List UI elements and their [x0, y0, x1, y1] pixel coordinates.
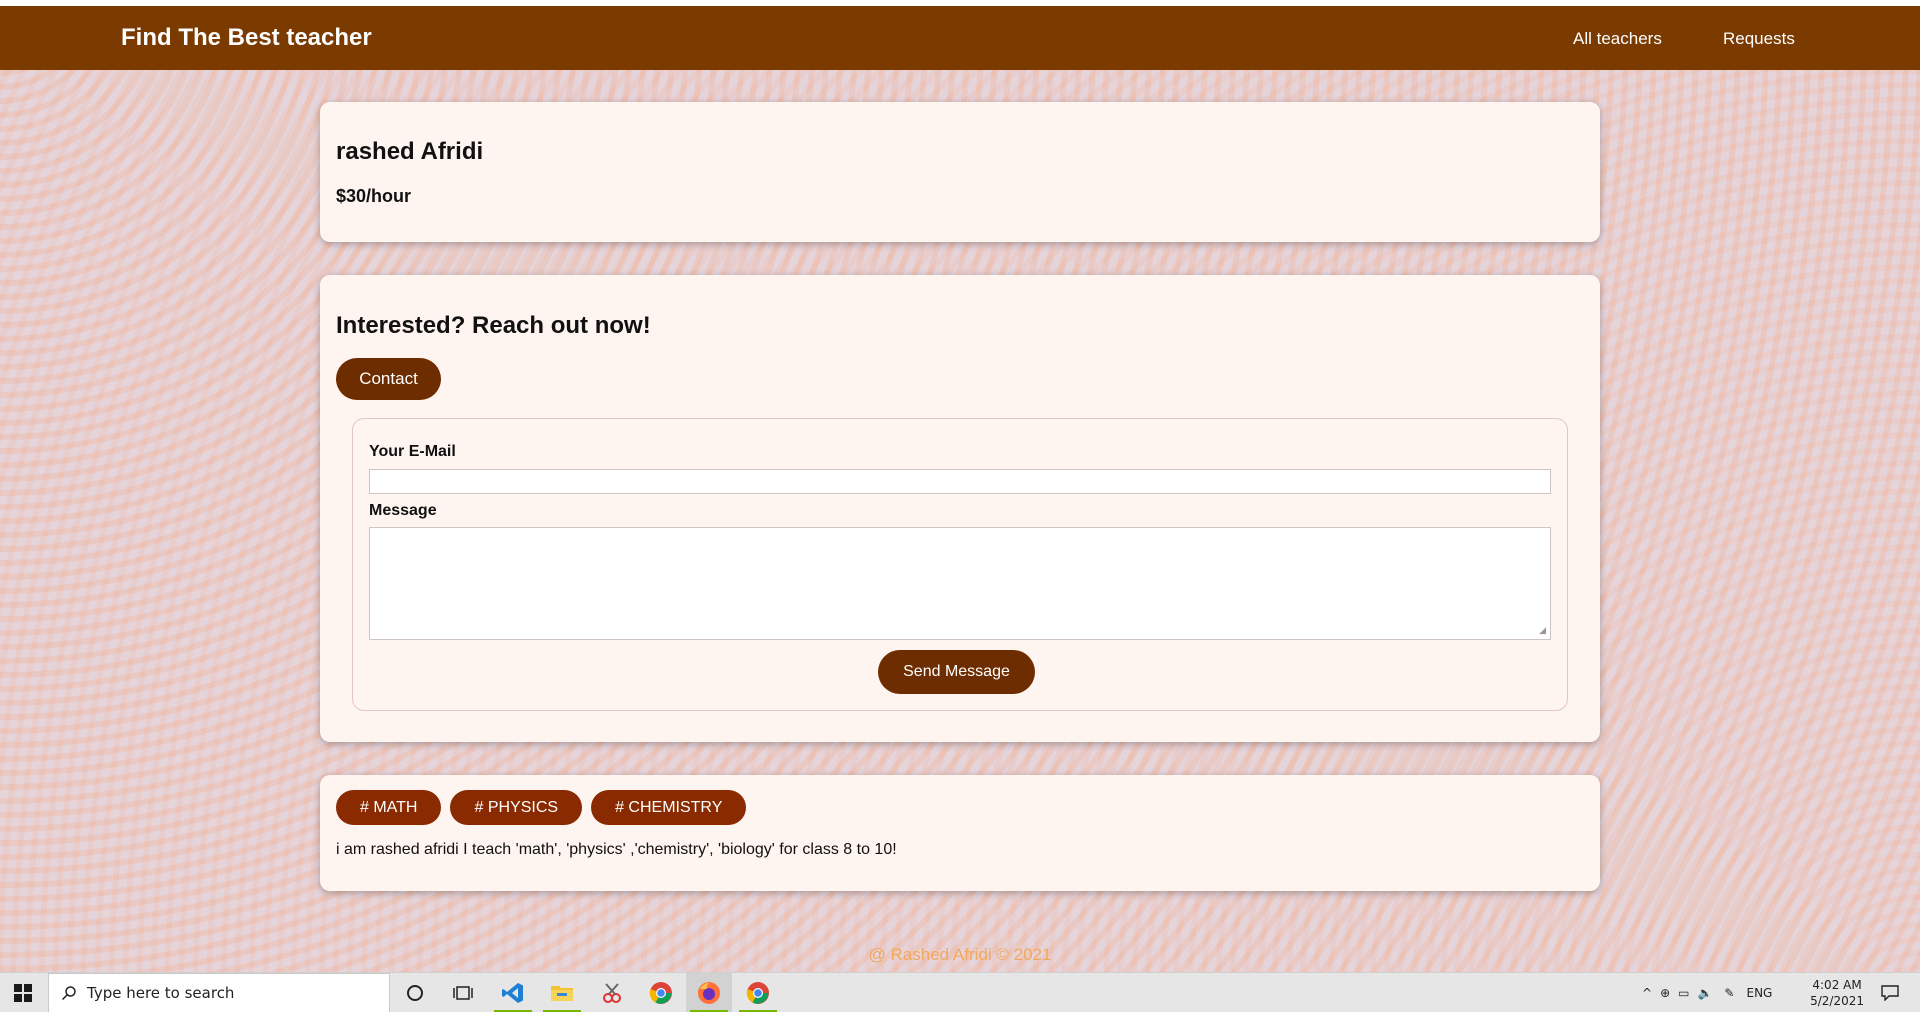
- tag-physics: # PHYSICS: [450, 790, 583, 825]
- file-explorer-icon[interactable]: [539, 973, 585, 1012]
- contact-button[interactable]: Contact: [336, 358, 441, 400]
- taskbar-clock[interactable]: 4:02 AM 5/2/2021: [1810, 977, 1864, 1009]
- chrome-icon[interactable]: [638, 973, 684, 1012]
- tag-chemistry: # CHEMISTRY: [591, 790, 747, 825]
- taskbar-search-input[interactable]: Type here to search: [48, 973, 390, 1012]
- email-label: Your E-Mail: [369, 443, 456, 460]
- contact-form: Your E-Mail Message ◢ Send Message: [352, 418, 1568, 711]
- firefox-icon[interactable]: [686, 973, 732, 1012]
- chrome-icon-2[interactable]: [735, 973, 781, 1012]
- vscode-icon[interactable]: [490, 973, 536, 1012]
- footer-text: @ Rashed Afridi © 2021: [868, 945, 1052, 964]
- network-icon[interactable]: ⊕: [1660, 986, 1670, 1000]
- clock-time: 4:02 AM: [1812, 978, 1862, 992]
- teacher-card: rashed Afridi $30/hour: [320, 102, 1600, 242]
- search-placeholder: Type here to search: [87, 984, 235, 1002]
- clock-date: 5/2/2021: [1810, 994, 1864, 1008]
- email-input[interactable]: [369, 469, 1551, 494]
- teacher-name: rashed Afridi: [336, 138, 484, 165]
- subject-tags: # MATH # PHYSICS # CHEMISTRY: [336, 790, 747, 825]
- chevron-up-icon[interactable]: ^: [1642, 986, 1652, 1000]
- cortana-icon[interactable]: [392, 973, 438, 1012]
- task-view-icon[interactable]: [440, 973, 486, 1012]
- navbar: Find The Best teacher All teachers Reque…: [0, 6, 1920, 70]
- brand-title[interactable]: Find The Best teacher: [121, 24, 372, 52]
- windows-taskbar: Type here to search ^ ⊕ ▭ 🔈 ✎ ENG 4:02 A…: [0, 972, 1920, 1012]
- message-textarea[interactable]: ◢: [369, 527, 1551, 640]
- send-message-button[interactable]: Send Message: [878, 650, 1035, 694]
- details-card: # MATH # PHYSICS # CHEMISTRY i am rashed…: [320, 775, 1600, 891]
- pen-icon[interactable]: ✎: [1724, 986, 1734, 1000]
- windows-start-icon[interactable]: [0, 973, 46, 1012]
- reach-out-title: Interested? Reach out now!: [336, 312, 651, 339]
- teacher-description: i am rashed afridi I teach 'math', 'phys…: [336, 841, 897, 858]
- contact-card: Interested? Reach out now! Contact Your …: [320, 275, 1600, 742]
- message-label: Message: [369, 502, 437, 519]
- system-tray: ^ ⊕ ▭ 🔈 ✎ ENG: [1642, 973, 1772, 1012]
- teacher-rate: $30/hour: [336, 186, 412, 206]
- monitor-icon[interactable]: ▭: [1678, 986, 1689, 1000]
- search-icon: [61, 986, 76, 1001]
- nav-requests[interactable]: Requests: [1723, 29, 1795, 49]
- volume-icon[interactable]: 🔈: [1697, 986, 1712, 1000]
- snipping-tool-icon[interactable]: [589, 973, 635, 1012]
- tag-math: # MATH: [336, 790, 442, 825]
- notifications-icon[interactable]: [1870, 973, 1910, 1012]
- nav-all-teachers[interactable]: All teachers: [1573, 29, 1662, 49]
- resize-handle-icon[interactable]: ◢: [1539, 625, 1546, 636]
- language-indicator[interactable]: ENG: [1746, 986, 1772, 1000]
